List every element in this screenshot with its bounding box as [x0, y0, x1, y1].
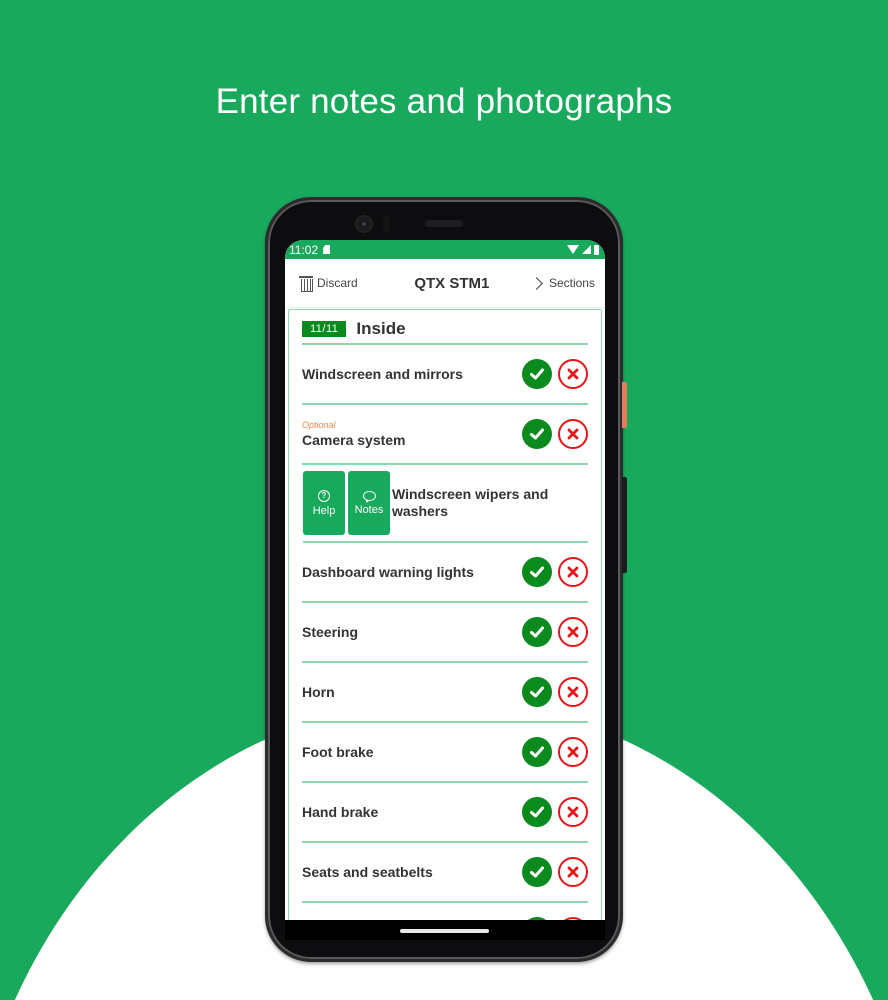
power-button — [622, 382, 627, 428]
cross-icon — [567, 866, 579, 878]
cross-icon — [567, 686, 579, 698]
pass-button[interactable] — [522, 797, 552, 827]
help-button[interactable]: ? Help — [303, 471, 345, 535]
pass-button[interactable] — [522, 857, 552, 887]
checklist-item: Dashboard warning lights — [302, 543, 588, 603]
item-label: Seats and seatbelts — [302, 864, 433, 880]
checklist-item: Steering — [302, 603, 588, 663]
checklist-item: Seats and seatbelts — [302, 843, 588, 903]
pass-button[interactable] — [522, 359, 552, 389]
item-label: Windscreen and mirrors — [302, 366, 463, 382]
cross-icon — [567, 626, 579, 638]
speech-bubble-icon — [362, 490, 376, 501]
pass-button[interactable] — [522, 617, 552, 647]
notes-label: Notes — [354, 503, 384, 516]
sections-label: Sections — [548, 276, 595, 290]
phone-screen: 11:02 Discard QTX STM1 Sections 11/11 In… — [285, 240, 605, 920]
earpiece-speaker — [425, 220, 463, 227]
item-label: Foot brake — [302, 744, 374, 760]
page-title: QTX STM1 — [414, 274, 490, 292]
checklist-item: Optional — [302, 903, 588, 920]
progress-badge: 11/11 — [302, 320, 347, 337]
volume-button — [622, 477, 627, 573]
checkmark-icon — [530, 428, 544, 440]
item-label: Hand brake — [302, 804, 379, 820]
checkmark-icon — [530, 806, 544, 818]
optional-tag: Optional — [302, 420, 336, 430]
pass-button[interactable] — [522, 677, 552, 707]
checklist-item-swiped: ? Help Notes Windscreen wipers and washe… — [303, 465, 588, 543]
fail-button[interactable] — [558, 617, 588, 647]
pass-button[interactable] — [522, 737, 552, 767]
question-circle-icon: ? — [318, 489, 330, 502]
status-bar: 11:02 — [285, 240, 605, 259]
item-label: Steering — [302, 624, 359, 640]
cross-icon — [567, 806, 579, 818]
status-time: 11:02 — [289, 242, 319, 257]
cross-icon — [567, 746, 579, 758]
cross-icon — [567, 428, 579, 440]
app-bar: Discard QTX STM1 Sections — [285, 259, 605, 308]
fail-button[interactable] — [558, 557, 588, 587]
item-label: Dashboard warning lights — [302, 564, 474, 580]
chevron-right-icon — [530, 276, 543, 290]
fail-button[interactable] — [558, 857, 588, 887]
checkmark-icon — [530, 368, 544, 380]
checkmark-icon — [530, 686, 544, 698]
discard-button[interactable]: Discard — [299, 275, 358, 292]
checklist-item: Horn — [302, 663, 588, 723]
headline: Enter notes and photographs — [215, 82, 673, 121]
fail-button[interactable] — [558, 797, 588, 827]
notes-button[interactable]: Notes — [348, 471, 390, 535]
sd-card-icon — [323, 245, 331, 254]
cross-icon — [567, 566, 579, 578]
section-header: 11/11 Inside — [302, 316, 588, 345]
checklist-item: Windscreen and mirrors — [302, 345, 588, 405]
pass-button[interactable] — [522, 419, 552, 449]
cross-icon — [567, 368, 579, 380]
proximity-sensor — [382, 216, 390, 232]
checklist-item: Hand brake — [302, 783, 588, 843]
battery-icon — [594, 244, 599, 255]
pass-button[interactable] — [522, 557, 552, 587]
checkmark-icon — [530, 746, 544, 758]
help-label: Help — [312, 504, 336, 517]
checkmark-icon — [530, 626, 544, 638]
discard-label: Discard — [317, 276, 358, 290]
fail-button[interactable] — [558, 419, 588, 449]
item-label: Horn — [302, 684, 335, 700]
sections-button[interactable]: Sections — [530, 276, 595, 290]
item-label: Camera system — [302, 432, 406, 448]
fail-button[interactable] — [558, 359, 588, 389]
checklist-card: 11/11 Inside Windscreen and mirrors Opti… — [288, 309, 602, 920]
wifi-icon — [567, 245, 579, 254]
item-label: Windscreen wipers and washers — [392, 486, 549, 519]
signal-icon — [582, 245, 591, 254]
trash-icon — [299, 275, 313, 292]
checkmark-icon — [530, 866, 544, 878]
fail-button[interactable] — [558, 677, 588, 707]
checklist: Windscreen and mirrors Optional Camera s… — [289, 345, 601, 920]
checklist-item: Optional Camera system — [302, 405, 588, 465]
section-title: Inside — [356, 318, 406, 338]
front-camera — [355, 215, 373, 233]
fail-button[interactable] — [558, 737, 588, 767]
home-indicator[interactable] — [400, 929, 489, 933]
checklist-item: Foot brake — [302, 723, 588, 783]
checkmark-icon — [530, 566, 544, 578]
